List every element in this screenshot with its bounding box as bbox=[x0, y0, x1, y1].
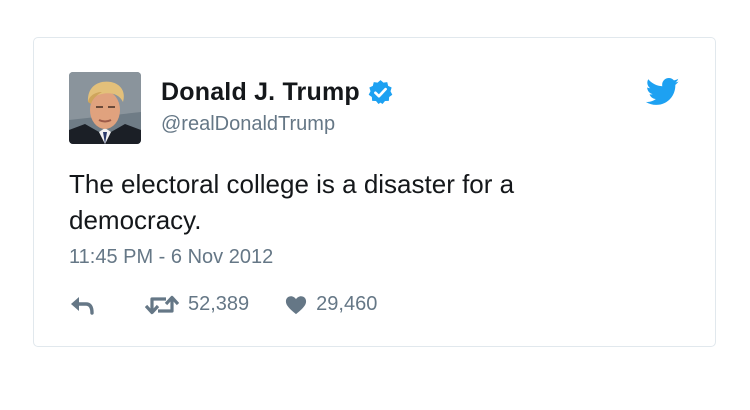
tweet-card: Donald J. Trump @realDonaldTrump The ele… bbox=[33, 37, 716, 347]
tweet-actions: 52,389 29,460 bbox=[69, 293, 377, 316]
like-count: 29,460 bbox=[316, 293, 378, 315]
retweet-icon bbox=[145, 295, 179, 314]
like-button[interactable]: 29,460 bbox=[285, 293, 377, 316]
retweet-button[interactable]: 52,389 bbox=[145, 293, 249, 316]
tweet-text: The electoral college is a disaster for … bbox=[69, 169, 515, 235]
display-name[interactable]: Donald J. Trump bbox=[161, 78, 360, 107]
avatar[interactable] bbox=[69, 72, 141, 144]
reply-icon bbox=[71, 296, 94, 315]
verified-badge-icon bbox=[367, 79, 394, 106]
retweet-count: 52,389 bbox=[188, 293, 250, 315]
author-name-row: Donald J. Trump bbox=[161, 78, 394, 107]
tweet-timestamp[interactable]: 11:45 PM - 6 Nov 2012 bbox=[69, 246, 273, 269]
heart-icon bbox=[286, 295, 307, 314]
twitter-bird-icon[interactable] bbox=[645, 78, 680, 106]
user-handle[interactable]: @realDonaldTrump bbox=[161, 113, 335, 136]
avatar-portrait bbox=[69, 72, 141, 144]
reply-button[interactable] bbox=[69, 294, 95, 316]
